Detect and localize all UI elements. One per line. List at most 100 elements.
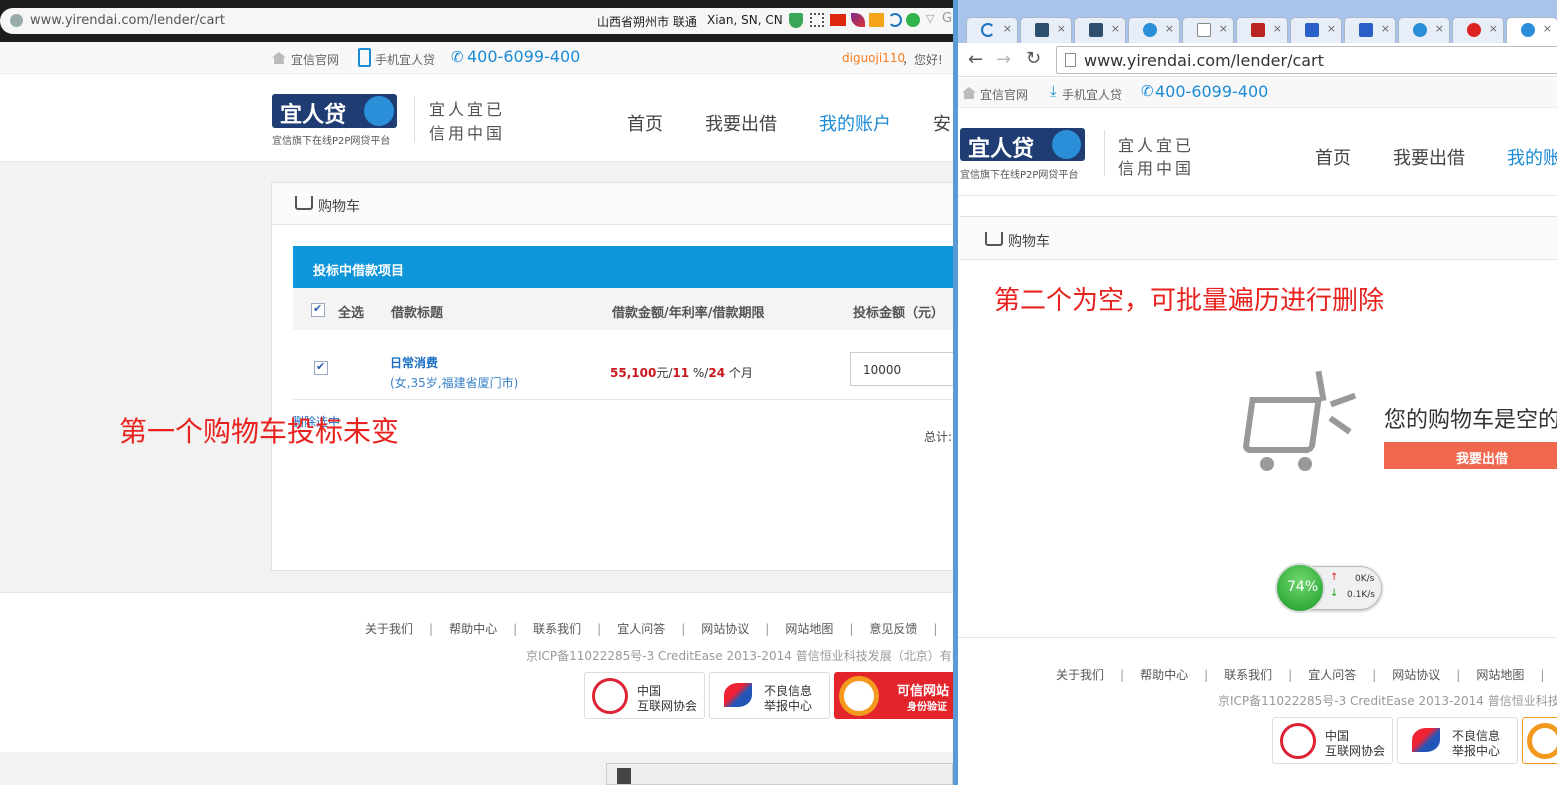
rate-unit: %/ [692, 366, 709, 380]
browser-tab[interactable]: × [1128, 17, 1180, 43]
footer-link[interactable]: 关于我们 [365, 622, 413, 636]
feather-icon[interactable] [851, 13, 865, 27]
browser-tab[interactable]: × [1020, 17, 1072, 43]
browser-tab[interactable]: × [1182, 17, 1234, 43]
sparkle-line [1328, 415, 1352, 435]
loan-name-link[interactable]: 日常消费 [390, 354, 438, 371]
nav-lend[interactable]: 我要出借 [1393, 144, 1465, 170]
footer-link[interactable]: 联系我们 [1224, 668, 1272, 682]
download-speed: 0.1K/s [1347, 590, 1375, 600]
baidu-paw-icon [1359, 23, 1373, 37]
cart-content: 购物车 您的购物车是空的 我要出借 [960, 216, 1557, 616]
loan-rate: 11 [672, 366, 690, 380]
nav-security[interactable]: 安 [933, 110, 951, 136]
site-logo[interactable]: 宜人贷 [272, 94, 397, 128]
image-icon [1089, 23, 1103, 37]
shield-icon[interactable] [789, 13, 803, 28]
shield-icon [1251, 23, 1265, 37]
trusted-site-icon [1527, 723, 1557, 759]
omnibox[interactable]: www.yirendai.com/lender/cart [1056, 46, 1557, 74]
phone-number: 400-6099-400 [467, 47, 581, 66]
trusted-site-badge[interactable] [1522, 717, 1557, 764]
row-checkbox[interactable] [314, 360, 328, 375]
internet-society-badge[interactable]: 中国 互联网协会 [1272, 717, 1393, 764]
nav-my-account[interactable]: 我的账户 [819, 110, 891, 136]
url-text[interactable]: www.yirendai.com/lender/cart [30, 13, 225, 28]
back-arrow-icon[interactable]: ← [968, 49, 983, 70]
footer-link[interactable]: 联系我们 [533, 622, 581, 636]
tab-close-icon[interactable]: × [1057, 22, 1066, 35]
lend-button[interactable]: 我要出借 [1384, 442, 1557, 469]
footer-link[interactable]: 网站地图 [1476, 668, 1524, 682]
g-icon[interactable] [906, 13, 920, 27]
footer-link[interactable]: 意见反馈 [869, 622, 917, 636]
greeting-text: ，您好! [902, 53, 943, 67]
footer-link[interactable]: 宜人问答 [1308, 668, 1356, 682]
browser-tab[interactable]: × [1074, 17, 1126, 43]
sparkle-line [1329, 392, 1357, 408]
username-link[interactable]: diguoji110 [842, 51, 905, 65]
browser-tab-active[interactable]: × [1506, 17, 1557, 43]
badge1-line2: 互联网协会 [637, 699, 698, 713]
site-logo[interactable]: 宜人贷 [960, 128, 1085, 162]
table-row: 日常消费 (女,35岁,福建省厦门市) 55,100元/11 %/24 个月 1… [293, 330, 953, 400]
footer-link[interactable]: 网站协议 [701, 622, 749, 636]
speed-widget[interactable]: 74% ↑ 0K/s ↓ 0.1K/s [1275, 563, 1382, 613]
col-bid-amount: 投标金额（元） [853, 306, 945, 321]
china-flag-icon[interactable] [830, 14, 846, 26]
browser-tab[interactable]: × [1452, 17, 1504, 43]
mobile-icon [358, 48, 371, 67]
reload-icon[interactable]: ↻ [1026, 48, 1041, 69]
nav-lend[interactable]: 我要出借 [705, 110, 777, 136]
g-search-icon[interactable]: G [942, 11, 952, 26]
tab-close-icon[interactable]: × [1543, 22, 1552, 35]
tab-close-icon[interactable]: × [1003, 22, 1012, 35]
tab-close-icon[interactable]: × [1327, 22, 1336, 35]
tab-close-icon[interactable]: × [1165, 22, 1174, 35]
tab-close-icon[interactable]: × [1273, 22, 1282, 35]
footer-link[interactable]: 网站协议 [1392, 668, 1440, 682]
tab-close-icon[interactable]: × [1219, 22, 1228, 35]
footer-link[interactable]: 关于我们 [1056, 668, 1104, 682]
tab-close-icon[interactable]: × [1111, 22, 1120, 35]
tab-close-icon[interactable]: × [1435, 22, 1444, 35]
trusted-site-badge[interactable]: 可信网站 身份验证 [834, 672, 953, 719]
internet-society-badge[interactable]: 中国 互联网协会 [584, 672, 705, 719]
globe-icon [10, 14, 23, 27]
browser-tab[interactable]: × [1344, 17, 1396, 43]
mobile-app-link[interactable]: 手机宜人贷 [1062, 86, 1122, 103]
badge2-line2: 举报中心 [1452, 744, 1501, 758]
official-site-link[interactable]: 宜信官网 [980, 86, 1028, 103]
footer-link[interactable]: 帮助中心 [1140, 668, 1188, 682]
wifi-icon[interactable] [888, 13, 902, 27]
home-icon [272, 52, 286, 64]
official-site-link[interactable]: 宜信官网 [291, 51, 339, 68]
select-all-checkbox[interactable] [311, 302, 325, 317]
tab-close-icon[interactable]: × [1489, 22, 1498, 35]
nav-my-account[interactable]: 我的账 [1507, 144, 1557, 170]
tab-close-icon[interactable]: × [1381, 22, 1390, 35]
footer-link[interactable]: 网站地图 [785, 622, 833, 636]
browser-tab[interactable]: × [1398, 17, 1450, 43]
qrcode-icon[interactable] [810, 13, 824, 27]
footer-link[interactable]: 帮助中心 [449, 622, 497, 636]
browser-tab[interactable]: × [1290, 17, 1342, 43]
bid-amount-input[interactable]: 10000 [850, 352, 953, 386]
nav-home[interactable]: 首页 [1315, 144, 1351, 170]
browser-tab[interactable]: × [1236, 17, 1288, 43]
browser-tab[interactable]: × [966, 17, 1018, 43]
site-header: 宜人贷 宜信旗下在线P2P网贷平台 宜人宜已 信用中国 首页 我要出借 我的账 [958, 108, 1557, 196]
header-divider [1104, 130, 1105, 176]
col-loan-info: 借款金额/年利率/借款期限 [612, 306, 765, 321]
dropdown-arrow-icon[interactable]: ▽ [926, 12, 934, 25]
loan-term: 24 [708, 366, 726, 380]
nav-home[interactable]: 首页 [627, 110, 663, 136]
mobile-app-link[interactable]: 手机宜人贷 [375, 51, 435, 68]
footer-link[interactable]: 宜人问答 [617, 622, 665, 636]
report-center-badge[interactable]: 不良信息 举报中心 [1397, 717, 1518, 764]
forward-arrow-icon[interactable]: → [996, 49, 1011, 70]
cart-icon [295, 196, 313, 210]
phone-icon: ✆ [451, 48, 464, 66]
chart-icon[interactable] [869, 13, 884, 27]
report-center-badge[interactable]: 不良信息 举报中心 [709, 672, 830, 719]
